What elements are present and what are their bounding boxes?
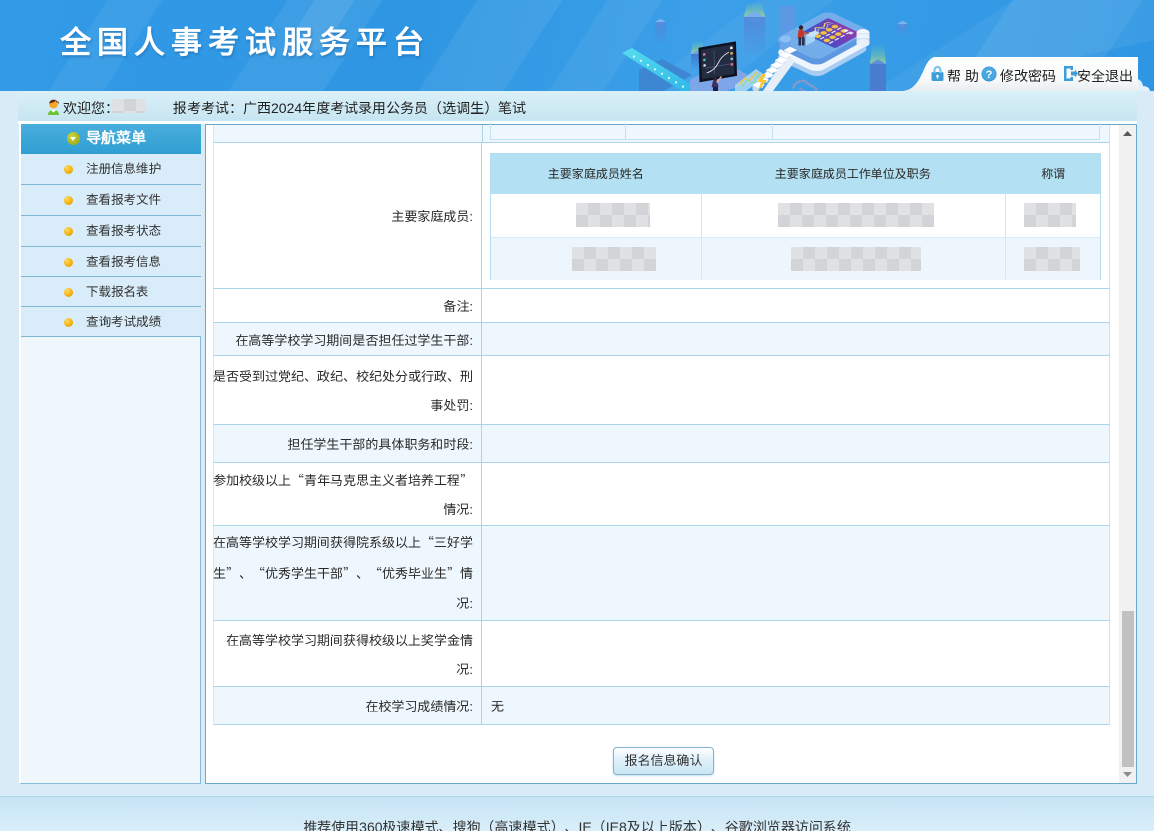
svg-text:?: ? bbox=[986, 69, 993, 81]
